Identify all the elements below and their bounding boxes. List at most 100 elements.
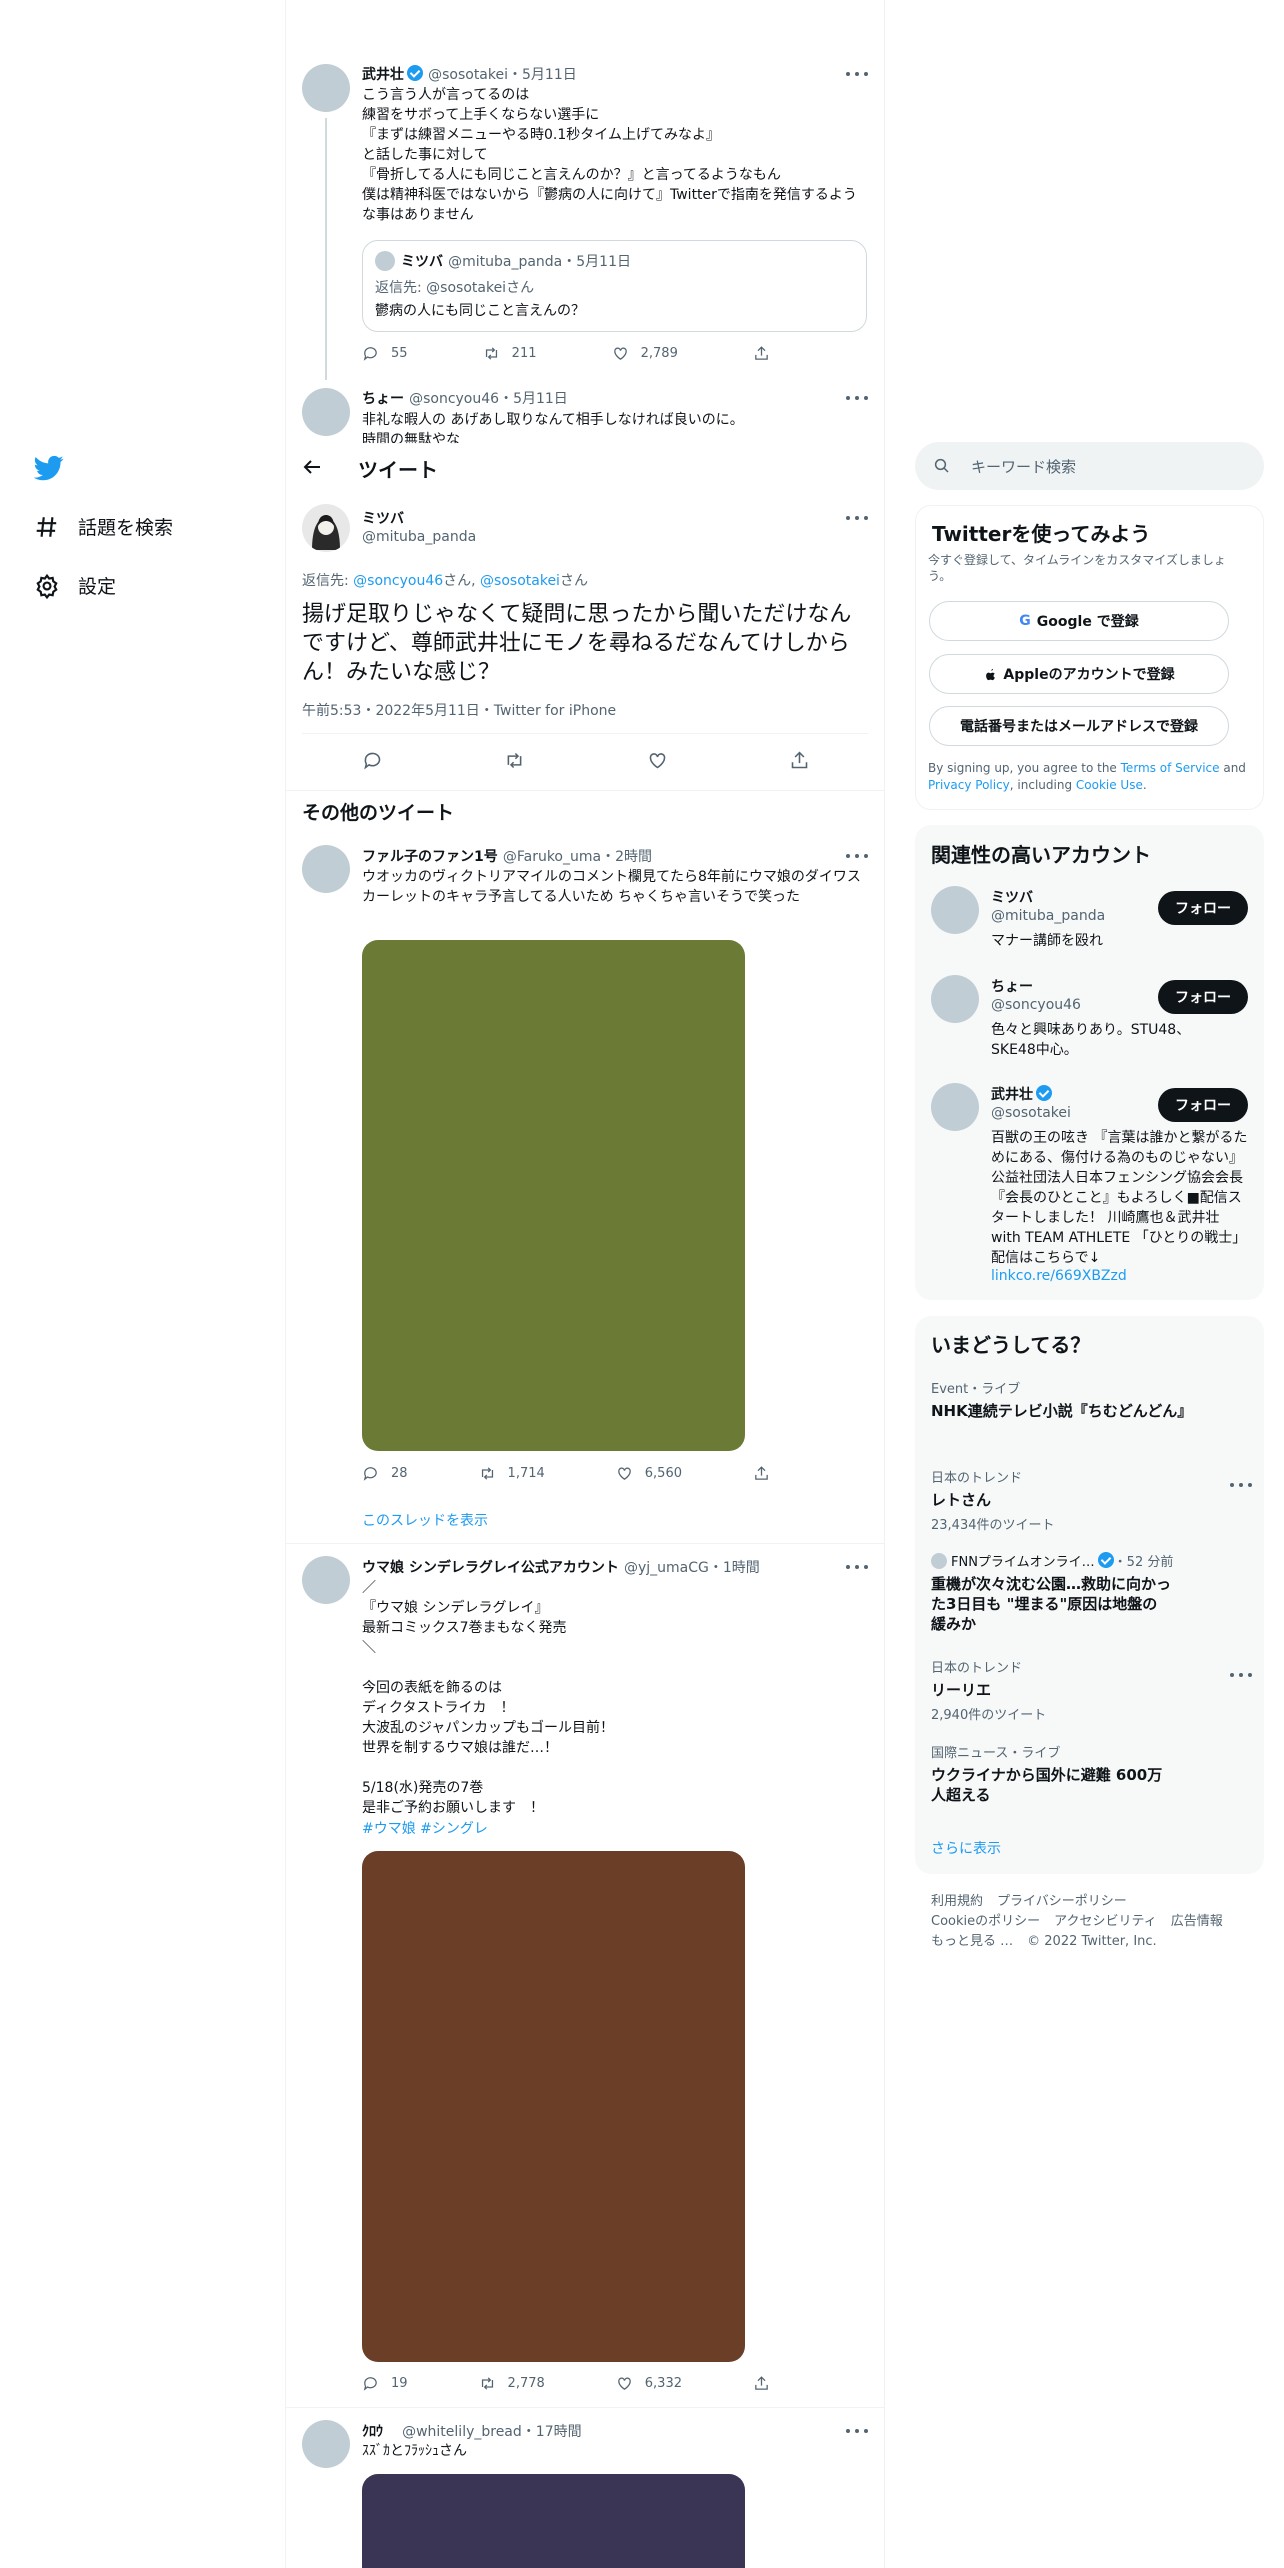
more-options-icon[interactable] <box>846 394 868 402</box>
trend-item[interactable]: 国際ニュース・ライブ ウクライナから国外に避難 600万人超える <box>931 1742 1171 1805</box>
retweet-button[interactable]: 2,778 <box>479 2375 545 2392</box>
account-handle[interactable]: @soncyou46 <box>991 997 1081 1013</box>
trend-item[interactable]: FNNプライムオンライ… ・52 分前 重機が次々沈む公園…救助に向かった3日目も… <box>931 1551 1173 1634</box>
tweet-author-name[interactable]: ファル子のファン1号 <box>362 849 498 865</box>
account-handle[interactable]: @mituba_panda <box>991 908 1105 924</box>
main-tweet-author-name[interactable]: ミツバ <box>362 508 404 528</box>
retweet-button[interactable] <box>504 750 525 771</box>
search-icon <box>934 458 949 473</box>
retweet-button[interactable]: 1,714 <box>479 1465 545 1482</box>
share-button[interactable] <box>753 2375 782 2392</box>
like-button[interactable] <box>647 750 668 771</box>
footer-privacy-link[interactable]: プライバシーポリシー <box>997 1894 1127 1909</box>
more-options-icon[interactable] <box>1230 1671 1252 1679</box>
share-button[interactable] <box>753 345 782 362</box>
tweet-author-name[interactable]: ウマ娘 シンデレラグレイ公式アカウント <box>362 1560 619 1576</box>
footer-ads-link[interactable]: 広告情報 <box>1171 1914 1223 1929</box>
more-options-icon[interactable] <box>846 70 868 78</box>
like-button[interactable]: 2,789 <box>612 345 678 362</box>
google-icon: G <box>1019 613 1031 629</box>
footer-more-link[interactable]: もっと見る … <box>931 1934 1013 1949</box>
share-button[interactable] <box>753 1465 782 1482</box>
divider <box>302 733 868 734</box>
account-name[interactable]: 武井壮 <box>991 1084 1052 1104</box>
retweet-button[interactable]: 211 <box>483 345 537 362</box>
like-button[interactable]: 6,332 <box>616 2375 682 2392</box>
avatar[interactable] <box>931 975 979 1023</box>
more-options-icon[interactable] <box>846 514 868 522</box>
follow-button[interactable]: フォロー <box>1158 891 1248 925</box>
retweet-icon <box>485 347 497 360</box>
account-handle[interactable]: @sosotakei <box>991 1105 1071 1121</box>
quote-tweet[interactable]: ミツバ @mituba_panda・5月11日 返信先: @sosotakeiさ… <box>362 240 867 332</box>
tweet-hashtags[interactable]: #ウマ娘 #シングレ <box>362 1818 488 1838</box>
more-options-icon[interactable] <box>846 852 868 860</box>
tweet-time[interactable]: 1時間 <box>723 1560 760 1576</box>
tweet-author-name[interactable]: 武井壮 <box>362 67 404 83</box>
tweet-time[interactable]: 17時間 <box>536 2424 582 2440</box>
account-name[interactable]: ミツバ <box>991 887 1033 907</box>
trend-item[interactable]: 日本のトレンド レトさん 23,434件のツイート <box>931 1467 1191 1533</box>
heart-icon <box>617 2377 631 2390</box>
more-options-icon[interactable] <box>1230 1481 1252 1489</box>
reply-mention-link[interactable]: @sosotakei <box>480 573 560 589</box>
tweet-time[interactable]: 5月11日 <box>522 67 577 83</box>
account-name[interactable]: ちょー <box>991 976 1033 996</box>
tweet-author-handle[interactable]: @sosotakei <box>428 67 508 83</box>
show-more-link[interactable]: さらに表示 <box>931 1838 1001 1858</box>
trend-item[interactable]: Event・ライブ NHK連続テレビ小説『ちむどんどん』 <box>931 1378 1192 1421</box>
twitter-logo-icon[interactable] <box>33 453 64 483</box>
more-options-icon[interactable] <box>846 1563 868 1571</box>
avatar[interactable] <box>302 1556 350 1604</box>
nav-explore[interactable]: 話題を検索 <box>34 513 173 540</box>
nav-settings-label: 設定 <box>78 576 117 598</box>
avatar[interactable] <box>931 1083 979 1131</box>
reply-button[interactable]: 55 <box>362 345 408 362</box>
avatar[interactable] <box>302 388 350 436</box>
tweet-author-name[interactable]: ちょー <box>362 391 404 407</box>
avatar[interactable] <box>302 2420 350 2468</box>
nav-settings[interactable]: 設定 <box>34 572 116 599</box>
footer-cookie-link[interactable]: Cookieのポリシー <box>931 1914 1040 1929</box>
tweet-media-image[interactable] <box>362 940 745 1451</box>
back-arrow-icon[interactable] <box>300 455 324 479</box>
avatar[interactable] <box>302 845 350 893</box>
tweet-author-handle[interactable]: @yj_umaCG <box>624 1560 709 1576</box>
follow-button[interactable]: フォロー <box>1158 980 1248 1014</box>
main-tweet-author-handle[interactable]: @mituba_panda <box>362 529 476 545</box>
tweet-media-image[interactable] <box>362 1851 745 2362</box>
account-bio-link[interactable]: linkco.re/669XBZzd <box>991 1268 1127 1284</box>
follow-button[interactable]: フォロー <box>1158 1088 1248 1122</box>
trend-context: 日本のトレンド <box>931 1471 1023 1486</box>
tweet-author-name[interactable]: ｸﾛｳ <box>362 2424 383 2440</box>
apple-signup-button[interactable]: Appleのアカウントで登録 <box>929 654 1229 694</box>
like-button[interactable]: 6,560 <box>616 1465 682 1482</box>
heart-icon <box>649 753 665 769</box>
tweet-time[interactable]: 5月11日 <box>513 391 568 407</box>
reply-button[interactable]: 28 <box>362 1465 408 1482</box>
footer-accessibility-link[interactable]: アクセシビリティ <box>1054 1914 1157 1929</box>
show-thread-link[interactable]: このスレッドを表示 <box>362 1510 488 1530</box>
more-options-icon[interactable] <box>846 2427 868 2435</box>
main-tweet-meta[interactable]: 午前5:53・2022年5月11日・Twitter for iPhone <box>302 700 616 720</box>
reply-mention-link[interactable]: @soncyou46 <box>353 573 443 589</box>
search-input[interactable]: キーワード検索 <box>915 442 1264 490</box>
google-signup-button[interactable]: G Google で登録 <box>929 601 1229 641</box>
footer-terms-link[interactable]: 利用規約 <box>931 1894 983 1909</box>
cookie-link[interactable]: Cookie Use <box>1076 778 1143 792</box>
terms-link[interactable]: Terms of Service <box>1121 761 1220 775</box>
tweet-media-image[interactable] <box>362 2474 745 2568</box>
tweet-author-handle[interactable]: @whitelily_bread <box>402 2424 522 2440</box>
privacy-link[interactable]: Privacy Policy <box>928 778 1010 792</box>
tweet-time[interactable]: 2時間 <box>615 849 652 865</box>
reply-button[interactable]: 19 <box>362 2375 408 2392</box>
avatar[interactable] <box>302 64 350 112</box>
tweet-author-handle[interactable]: @soncyou46 <box>409 391 499 407</box>
tweet-author-handle[interactable]: @Faruko_uma <box>503 849 601 865</box>
share-button[interactable] <box>789 750 810 771</box>
avatar[interactable] <box>931 886 979 934</box>
phone-email-signup-button[interactable]: 電話番号またはメールアドレスで登録 <box>929 706 1229 746</box>
trend-item[interactable]: 日本のトレンド リーリエ 2,940件のツイート <box>931 1657 1191 1723</box>
reply-button[interactable] <box>362 750 383 771</box>
avatar[interactable] <box>302 504 350 552</box>
